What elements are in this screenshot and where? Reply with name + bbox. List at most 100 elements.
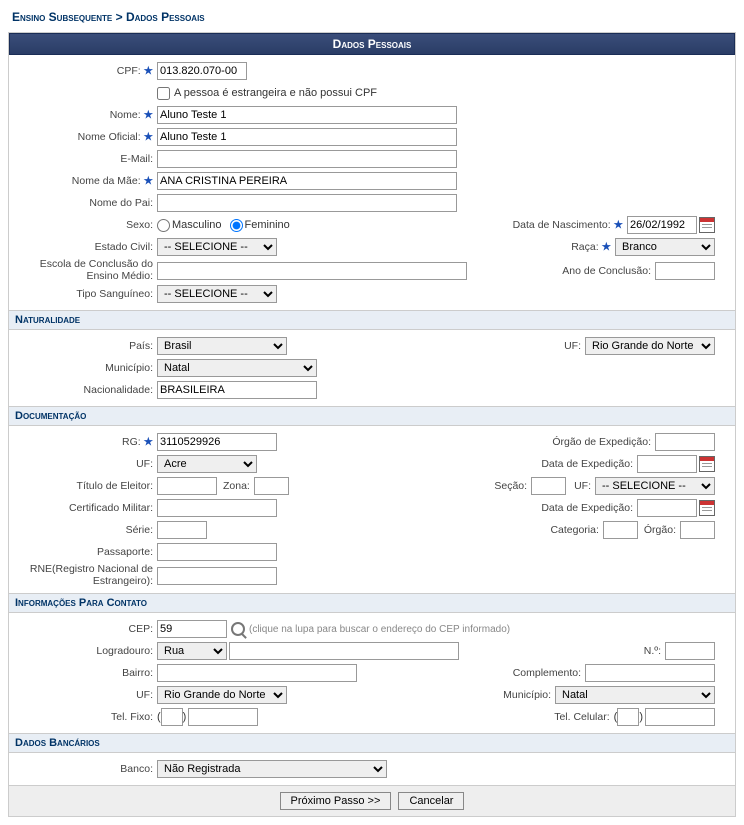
breadcrumb-link-2[interactable]: Dados Pessoais <box>126 10 205 24</box>
cpf-label: CPF: <box>117 65 141 77</box>
nome-mae-label: Nome da Mãe: <box>72 175 141 187</box>
sexo-feminino-radio[interactable] <box>230 219 243 232</box>
doc-uf-label: UF: <box>9 458 157 470</box>
bairro-input[interactable] <box>157 664 357 682</box>
nome-oficial-input[interactable] <box>157 128 457 146</box>
estrangeira-checkbox[interactable] <box>157 87 170 100</box>
tel-cel-label: Tel. Celular: <box>554 711 613 723</box>
calendar-icon[interactable] <box>699 456 715 472</box>
cep-hint: (clique na lupa para buscar o endereço d… <box>249 624 510 635</box>
nacionalidade-label: Nacionalidade: <box>9 384 157 396</box>
raca-select[interactable]: Branco <box>615 238 715 256</box>
nome-pai-input[interactable] <box>157 194 457 212</box>
zona-label: Zona: <box>223 480 254 492</box>
tipo-sang-label: Tipo Sanguíneo: <box>9 288 157 300</box>
tel-cel-input[interactable] <box>645 708 715 726</box>
complemento-label: Complemento: <box>513 667 585 679</box>
cert-label: Certificado Militar: <box>9 502 157 514</box>
contato-header: Informações Para Contato <box>9 593 735 613</box>
estrangeira-label: A pessoa é estrangeira e não possui CPF <box>174 87 377 99</box>
cont-uf-label: UF: <box>9 689 157 701</box>
rg-label: RG: <box>122 436 141 448</box>
pais-select[interactable]: Brasil <box>157 337 287 355</box>
sexo-label: Sexo: <box>9 219 157 231</box>
nome-mae-input[interactable] <box>157 172 457 190</box>
rg-input[interactable] <box>157 433 277 451</box>
sexo-m-text: Masculino <box>172 219 222 231</box>
calendar-icon[interactable] <box>699 500 715 516</box>
serie-input[interactable] <box>157 521 207 539</box>
numero-input[interactable] <box>665 642 715 660</box>
orgao2-label: Órgão: <box>644 524 680 536</box>
categoria-input[interactable] <box>603 521 638 539</box>
cert-input[interactable] <box>157 499 277 517</box>
data-nasc-input[interactable] <box>627 216 697 234</box>
doc-uf-select[interactable]: Acre <box>157 455 257 473</box>
cont-municipio-select[interactable]: Natal <box>555 686 715 704</box>
breadcrumb: Ensino Subsequente > Dados Pessoais <box>8 8 736 26</box>
nome-pai-label: Nome do Pai: <box>9 197 157 209</box>
data-exp2-input[interactable] <box>637 499 697 517</box>
rne-label: RNE(Registro Nacional de Estrangeiro): <box>9 564 157 587</box>
tel-fixo-input[interactable] <box>188 708 258 726</box>
bairro-label: Bairro: <box>9 667 157 679</box>
logradouro-label: Logradouro: <box>9 645 157 657</box>
tipo-sang-select[interactable]: -- SELECIONE -- <box>157 285 277 303</box>
breadcrumb-link-1[interactable]: Ensino Subsequente <box>12 10 112 24</box>
secao-label: Seção: <box>494 480 531 492</box>
cancelar-button[interactable]: Cancelar <box>398 792 464 810</box>
orgao2-input[interactable] <box>680 521 715 539</box>
page-title: Dados Pessoais <box>9 33 735 55</box>
breadcrumb-sep: > <box>116 10 123 24</box>
nome-input[interactable] <box>157 106 457 124</box>
zona-input[interactable] <box>254 477 289 495</box>
doc-uf2-select[interactable]: -- SELECIONE -- <box>595 477 715 495</box>
logradouro-input[interactable] <box>229 642 459 660</box>
nacionalidade-input[interactable] <box>157 381 317 399</box>
nome-oficial-label: Nome Oficial: <box>78 131 141 143</box>
email-input[interactable] <box>157 150 457 168</box>
email-label: E-Mail: <box>9 153 157 165</box>
nat-uf-label: UF: <box>564 340 585 352</box>
tel-fixo-ddd-input[interactable] <box>161 708 183 726</box>
pais-label: País: <box>9 340 157 352</box>
rne-input[interactable] <box>157 567 277 585</box>
doc-uf2-label: UF: <box>574 480 595 492</box>
orgao-exp-label: Órgão de Expedição: <box>552 436 655 448</box>
logradouro-tipo-select[interactable]: Rua <box>157 642 227 660</box>
orgao-exp-input[interactable] <box>655 433 715 451</box>
data-exp-label: Data de Expedição: <box>541 458 637 470</box>
estado-civil-select[interactable]: -- SELECIONE -- <box>157 238 277 256</box>
calendar-icon[interactable] <box>699 217 715 233</box>
titulo-input[interactable] <box>157 477 217 495</box>
data-exp2-label: Data de Expedição: <box>541 502 637 514</box>
escola-conc-label: Escola de Conclusão do Ensino Médio: <box>9 259 157 282</box>
sexo-f-text: Feminino <box>245 219 290 231</box>
passaporte-input[interactable] <box>157 543 277 561</box>
titulo-label: Título de Eleitor: <box>9 480 157 492</box>
municipio-select[interactable]: Natal <box>157 359 317 377</box>
sexo-masculino-radio[interactable] <box>157 219 170 232</box>
data-exp-input[interactable] <box>637 455 697 473</box>
complemento-input[interactable] <box>585 664 715 682</box>
cont-uf-select[interactable]: Rio Grande do Norte <box>157 686 287 704</box>
cep-input[interactable] <box>157 620 227 638</box>
raca-label: Raça: <box>571 241 598 253</box>
proximo-passo-button[interactable]: Próximo Passo >> <box>280 792 392 810</box>
nat-uf-select[interactable]: Rio Grande do Norte <box>585 337 715 355</box>
estado-civil-label: Estado Civil: <box>9 241 157 253</box>
secao-input[interactable] <box>531 477 566 495</box>
categoria-label: Categoria: <box>550 524 602 536</box>
cpf-input[interactable] <box>157 62 247 80</box>
tel-fixo-label: Tel. Fixo: <box>9 711 157 723</box>
ano-conc-input[interactable] <box>655 262 715 280</box>
serie-label: Série: <box>9 524 157 536</box>
passaporte-label: Passaporte: <box>9 546 157 558</box>
numero-label: N.º: <box>644 645 665 657</box>
tel-cel-ddd-input[interactable] <box>617 708 639 726</box>
search-icon[interactable] <box>231 622 245 636</box>
banco-select[interactable]: Não Registrada <box>157 760 387 778</box>
banco-label: Banco: <box>9 763 157 775</box>
cep-label: CEP: <box>9 623 157 635</box>
escola-conc-input[interactable] <box>157 262 467 280</box>
